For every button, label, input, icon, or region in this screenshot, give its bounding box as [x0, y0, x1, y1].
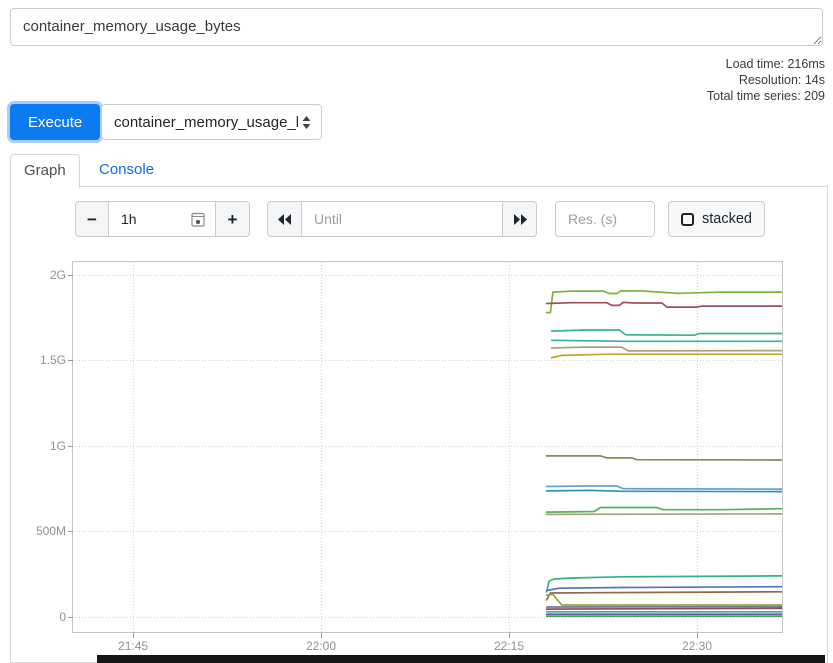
- series-line: [552, 354, 782, 358]
- series-line: [552, 330, 782, 335]
- until-input[interactable]: [314, 211, 492, 227]
- resolution-input[interactable]: [568, 211, 644, 227]
- x-tick-mark: [321, 633, 322, 638]
- metric-select[interactable]: container_memory_usage_bytes: [101, 104, 322, 140]
- checkbox-icon: [681, 213, 694, 226]
- rewind-icon: [278, 214, 292, 225]
- x-tick-label: 22:00: [291, 639, 351, 653]
- expression-input[interactable]: container_memory_usage_bytes: [10, 8, 823, 46]
- x-tick-label: 21:45: [103, 639, 163, 653]
- rewind-button[interactable]: [267, 201, 302, 237]
- y-tick-mark: [68, 446, 73, 447]
- series-line: [547, 456, 782, 460]
- forward-button[interactable]: [502, 201, 537, 237]
- series-line: [547, 594, 782, 605]
- series-line: [547, 608, 782, 609]
- y-tick-mark: [68, 360, 73, 361]
- y-tick-mark: [68, 531, 73, 532]
- series-line: [547, 576, 782, 592]
- y-tick-label: 1.5G: [16, 353, 66, 367]
- plus-icon: +: [228, 211, 238, 228]
- range-input-wrap: [108, 201, 216, 237]
- y-tick-mark: [68, 275, 73, 276]
- graph-plot[interactable]: [72, 261, 783, 633]
- range-input[interactable]: [121, 211, 191, 227]
- series-line: [552, 340, 782, 341]
- series-line: [547, 291, 782, 313]
- series-line: [547, 508, 782, 513]
- y-tick-label: 2G: [16, 268, 66, 282]
- series-line: [547, 486, 782, 489]
- forward-icon: [513, 214, 527, 225]
- x-tick-mark: [509, 633, 510, 638]
- y-tick-mark: [68, 617, 73, 618]
- query-stats: Load time: 216ms Resolution: 14s Total t…: [707, 56, 825, 104]
- stacked-toggle[interactable]: stacked: [668, 201, 765, 237]
- resolution: Resolution: 14s: [707, 72, 825, 88]
- x-tick-label: 22:15: [479, 639, 539, 653]
- x-tick-label: 22:30: [667, 639, 727, 653]
- tab-console[interactable]: Console: [86, 154, 167, 187]
- plot-svg: [73, 262, 782, 632]
- legend-clipped-row[interactable]: [97, 655, 825, 663]
- x-tick-mark: [133, 633, 134, 638]
- graph-panel: − + stacked 2G1.5G1G500M021:4522:0022:1: [10, 187, 828, 663]
- x-tick-mark: [697, 633, 698, 638]
- series-line: [552, 347, 782, 351]
- series-line: [547, 302, 782, 307]
- calendar-icon[interactable]: [191, 211, 205, 227]
- tab-graph[interactable]: Graph: [10, 154, 80, 188]
- metric-select-value: container_memory_usage_bytes: [114, 114, 298, 131]
- until-input-wrap: [301, 201, 503, 237]
- series-line: [547, 587, 782, 591]
- execute-button[interactable]: Execute: [10, 104, 100, 140]
- minus-icon: −: [87, 211, 97, 228]
- y-tick-label: 0: [16, 610, 66, 624]
- chevron-updown-icon: [302, 116, 311, 129]
- series-line: [547, 592, 782, 600]
- increase-range-button[interactable]: +: [215, 201, 250, 237]
- total-time-series: Total time series: 209: [707, 88, 825, 104]
- stacked-label: stacked: [702, 211, 752, 227]
- resolution-input-wrap: [555, 201, 655, 237]
- load-time: Load time: 216ms: [707, 56, 825, 72]
- y-tick-label: 1G: [16, 439, 66, 453]
- series-line: [547, 514, 782, 515]
- y-tick-label: 500M: [16, 524, 66, 538]
- decrease-range-button[interactable]: −: [75, 201, 109, 237]
- tab-bar: Graph Console: [10, 154, 828, 187]
- series-line: [547, 490, 782, 491]
